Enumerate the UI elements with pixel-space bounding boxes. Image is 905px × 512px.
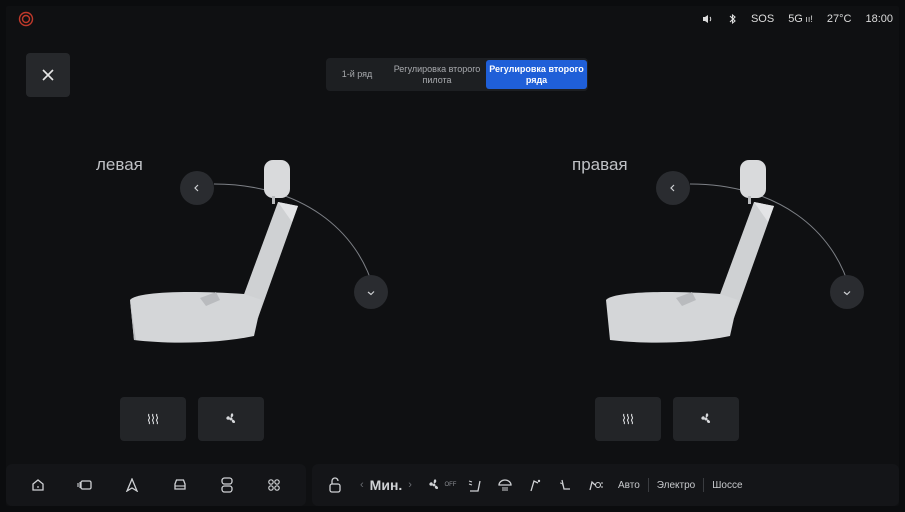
home-icon[interactable] (23, 470, 53, 500)
fan-speed-stepper[interactable]: ‹ Мин. › (360, 477, 412, 493)
chevron-down-icon (843, 291, 851, 296)
seat-heating-button-left[interactable] (120, 397, 186, 441)
seat-illustration-left (130, 160, 375, 343)
navigation-icon[interactable] (117, 470, 147, 500)
seat-heating-button-right[interactable] (595, 397, 661, 441)
fan-icon (226, 413, 236, 424)
heat-icon (147, 413, 159, 425)
cushion-tilt-button-left[interactable] (354, 275, 388, 309)
bottom-nav (6, 464, 306, 506)
seat-airflow-icon[interactable] (460, 470, 490, 500)
media-icon[interactable] (70, 470, 100, 500)
cushion-tilt-button-right[interactable] (830, 275, 864, 309)
airflow-face-icon[interactable] (520, 470, 550, 500)
network-indicator: 5G ıı! (788, 13, 813, 25)
mode-highway[interactable]: Шоссе (704, 480, 750, 491)
tab-second-row-adjust[interactable]: Регулировка второго ряда (486, 60, 587, 89)
seat-settings-icon[interactable] (212, 470, 242, 500)
seat-row-tabs: 1-й ряд Регулировка второго пилота Регул… (326, 58, 588, 91)
climate-bar: ‹ Мин. › OFF Авто Электро Шоссе (312, 464, 899, 506)
left-seat-panel: левая (96, 140, 416, 370)
fan-icon (701, 413, 711, 424)
backrest-tilt-button-right[interactable] (656, 171, 690, 205)
mode-auto[interactable]: Авто (610, 480, 648, 491)
mode-electric[interactable]: Электро (649, 480, 703, 491)
seat-illustration-right (606, 160, 851, 343)
warning-circle-icon (18, 11, 34, 27)
chevron-down-icon (367, 291, 375, 296)
fan-icon (429, 479, 439, 490)
fan-speed-value: Мин. (369, 477, 403, 493)
chevron-left-icon (670, 184, 675, 192)
volume-icon (702, 14, 714, 24)
network-label: 5G (788, 13, 803, 25)
fan-off-toggle[interactable]: OFF (422, 470, 460, 500)
close-icon (42, 69, 54, 81)
tab-copilot-adjust[interactable]: Регулировка второго пилота (388, 58, 486, 91)
seat-ventilation-button-right[interactable] (673, 397, 739, 441)
chevron-right-icon[interactable]: › (408, 479, 412, 491)
heat-icon (622, 413, 634, 425)
chevron-left-icon[interactable]: ‹ (360, 479, 364, 491)
temperature: 27°C (826, 13, 852, 25)
close-button[interactable] (26, 53, 70, 97)
clock: 18:00 (865, 13, 893, 25)
defrost-front-icon[interactable] (490, 470, 520, 500)
tab-first-row[interactable]: 1-й ряд (326, 58, 388, 91)
apps-icon[interactable] (259, 470, 289, 500)
sos-indicator: SOS (750, 13, 775, 25)
lock-icon[interactable] (320, 470, 350, 500)
car-icon[interactable] (165, 470, 195, 500)
backrest-tilt-button-left[interactable] (180, 171, 214, 205)
seat-ventilation-button-left[interactable] (198, 397, 264, 441)
right-seat-panel: правая (572, 140, 892, 370)
steering-heat-icon[interactable] (580, 470, 610, 500)
fan-state-label: OFF (444, 482, 457, 488)
airflow-feet-icon[interactable] (550, 470, 580, 500)
chevron-left-icon (194, 184, 199, 192)
bluetooth-icon (728, 13, 737, 25)
status-bar: SOS 5G ıı! 27°C 18:00 (6, 8, 899, 32)
